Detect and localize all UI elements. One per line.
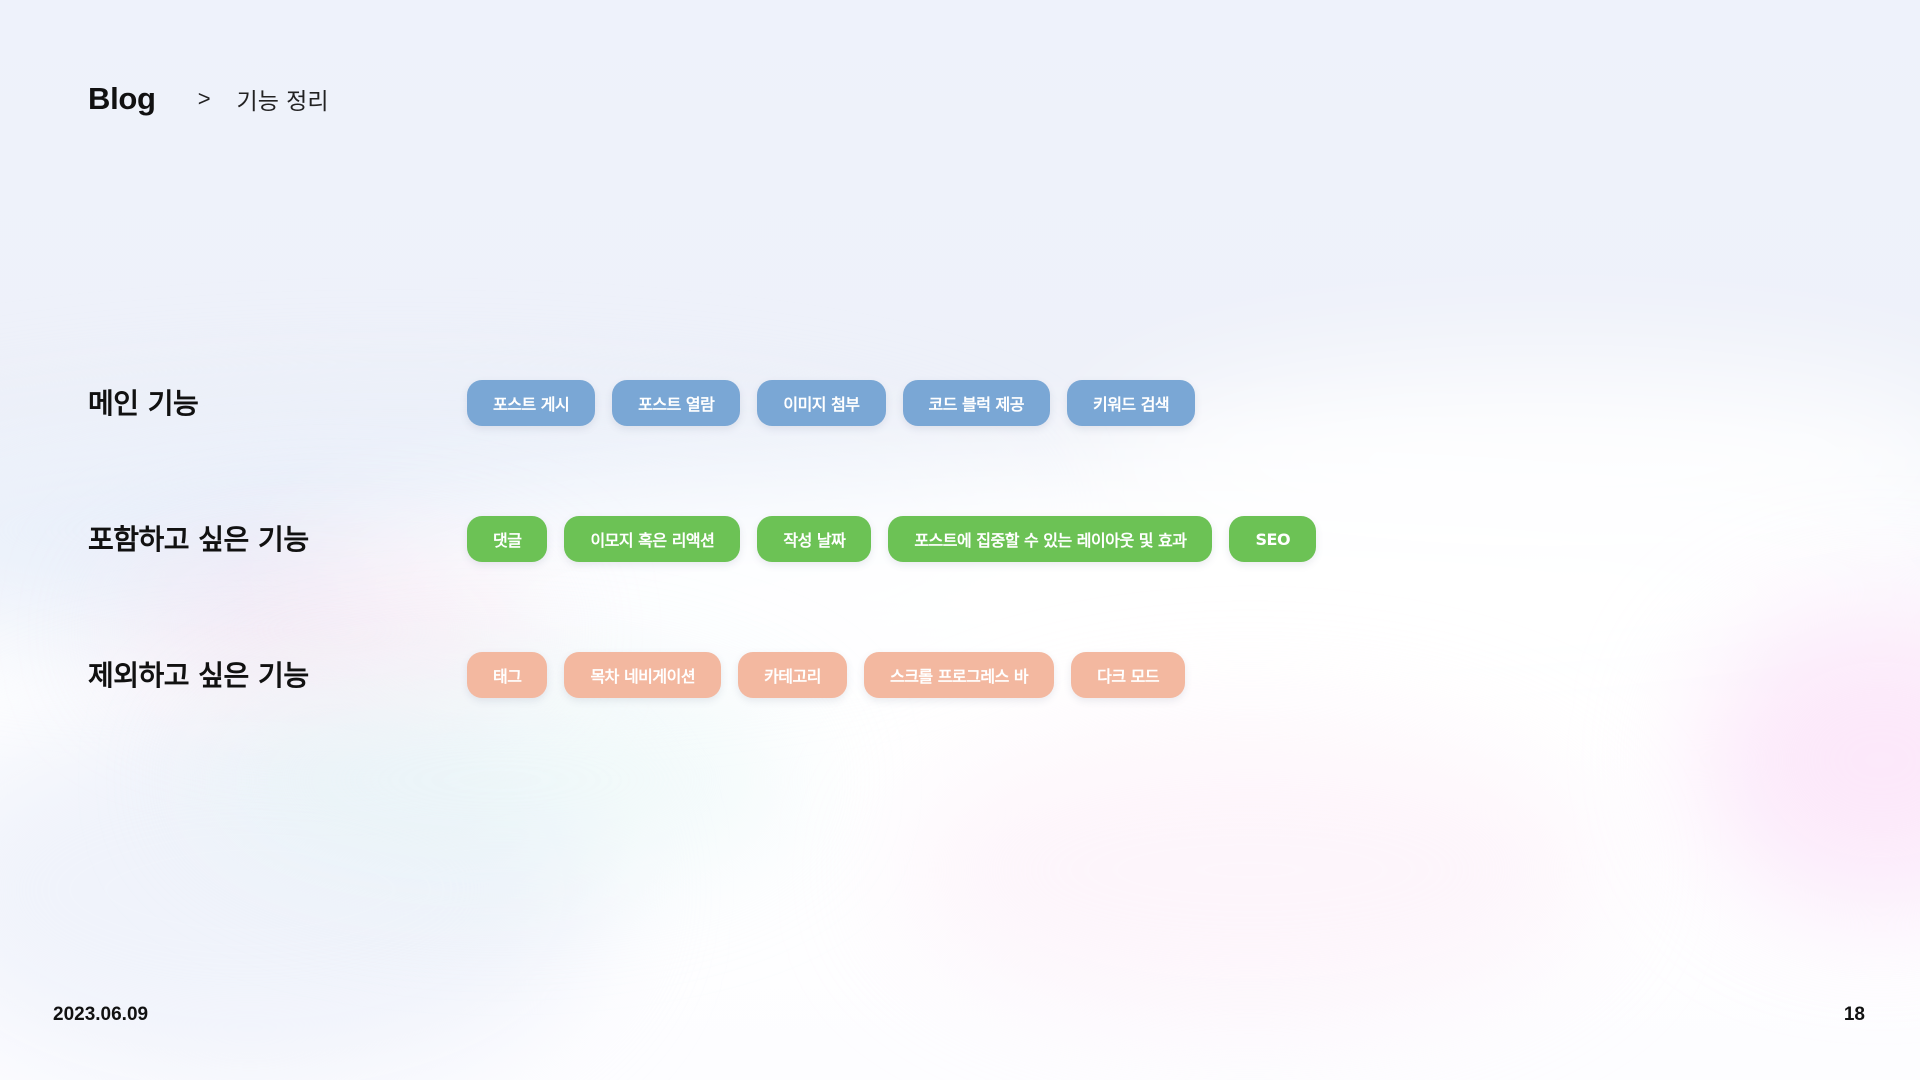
feature-tag: 포스트에 집중할 수 있는 레이아웃 및 효과 <box>888 516 1213 562</box>
section-title: 포함하고 싶은 기능 <box>88 523 309 556</box>
breadcrumb-current: 기능 정리 <box>236 89 329 115</box>
feature-tag: 작성 날짜 <box>757 516 872 562</box>
feature-tag: 목차 네비게이션 <box>564 652 722 698</box>
feature-tag: 포스트 열람 <box>612 380 741 426</box>
section-title: 메인 기능 <box>88 387 199 420</box>
page-number: 18 <box>1843 1004 1865 1025</box>
section-main-features: 메인 기능 포스트 게시 포스트 열람 이미지 첨부 코드 블럭 제공 키워드 … <box>0 380 1920 428</box>
tag-list: 태그 목차 네비게이션 카테고리 스크롤 프로그레스 바 다크 모드 <box>467 652 1186 698</box>
section-title: 제외하고 싶은 기능 <box>88 659 309 692</box>
feature-tag: 카테고리 <box>738 652 847 698</box>
breadcrumb-separator: > <box>197 86 211 111</box>
breadcrumb: Blog > 기능 정리 <box>88 78 329 120</box>
breadcrumb-root: Blog <box>88 81 156 116</box>
feature-tag: 댓글 <box>467 516 548 562</box>
feature-tag: 포스트 게시 <box>467 380 596 426</box>
feature-tag: 다크 모드 <box>1071 652 1186 698</box>
tag-list: 댓글 이모지 혹은 리액션 작성 날짜 포스트에 집중할 수 있는 레이아웃 및… <box>467 516 1317 562</box>
feature-tag: 키워드 검색 <box>1066 380 1196 426</box>
section-wanted-features: 포함하고 싶은 기능 댓글 이모지 혹은 리액션 작성 날짜 포스트에 집중할 … <box>0 516 1920 564</box>
feature-tag: 스크롤 프로그레스 바 <box>863 652 1055 698</box>
feature-tag: SEO <box>1229 516 1317 562</box>
feature-tag: 코드 블럭 제공 <box>902 380 1050 426</box>
feature-tag: 태그 <box>467 652 548 698</box>
feature-tag: 이모지 혹은 리액션 <box>564 516 741 562</box>
section-excluded-features: 제외하고 싶은 기능 태그 목차 네비게이션 카테고리 스크롤 프로그레스 바 … <box>0 652 1920 700</box>
footer-date: 2023.06.09 <box>53 1004 149 1025</box>
tag-list: 포스트 게시 포스트 열람 이미지 첨부 코드 블럭 제공 키워드 검색 <box>467 380 1196 426</box>
feature-tag: 이미지 첨부 <box>757 380 886 426</box>
slide: Blog > 기능 정리 메인 기능 포스트 게시 포스트 열람 이미지 첨부 … <box>0 0 1920 1080</box>
